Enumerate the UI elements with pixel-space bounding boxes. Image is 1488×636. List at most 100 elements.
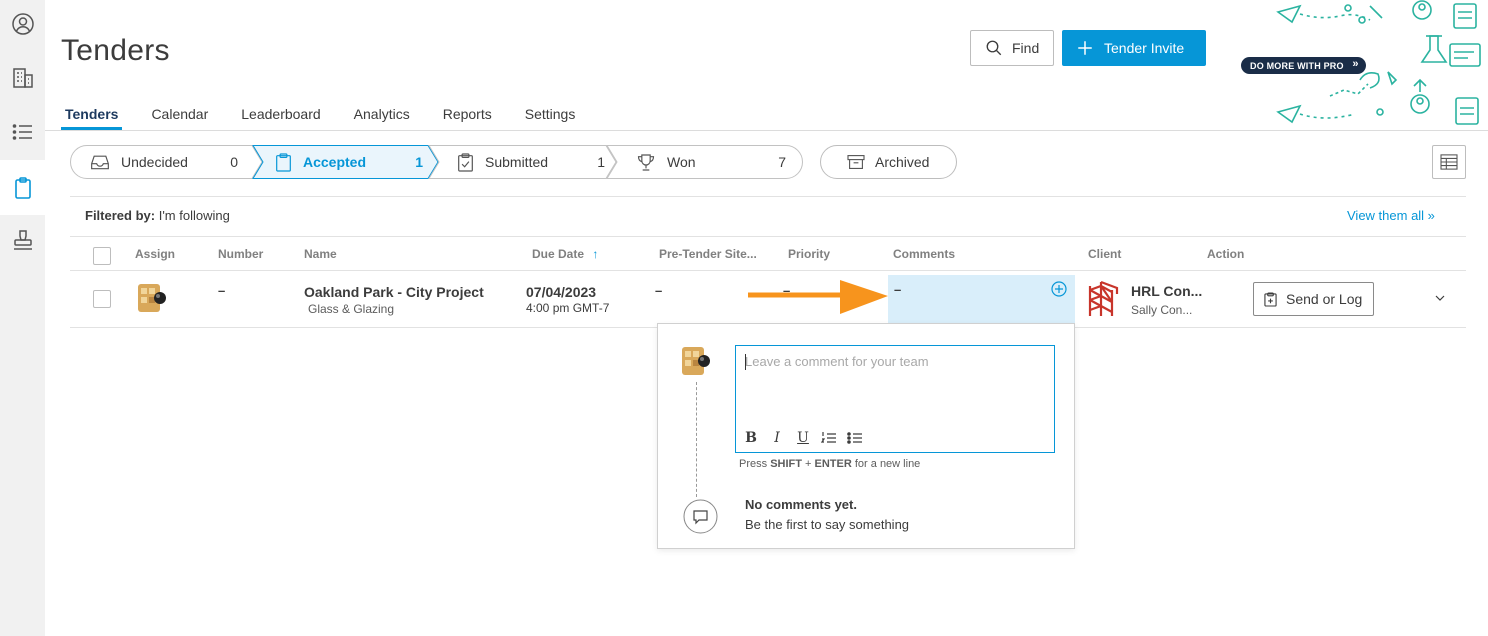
inbox-icon bbox=[90, 153, 110, 171]
clipboard-check-icon bbox=[457, 152, 474, 172]
left-nav-rail bbox=[0, 0, 45, 636]
comments-cell[interactable] bbox=[888, 275, 1075, 323]
stage-label: Accepted bbox=[303, 154, 367, 170]
stage-count: 7 bbox=[778, 154, 786, 170]
stage-won[interactable]: Won 7 bbox=[636, 145, 798, 179]
col-action[interactable]: Action bbox=[1207, 247, 1244, 261]
user-circle-icon[interactable] bbox=[0, 4, 45, 44]
send-or-log-label: Send or Log bbox=[1286, 291, 1363, 307]
due-time: 4:00 pm GMT-7 bbox=[526, 301, 610, 315]
filter-indicator: Filtered by: I'm following bbox=[85, 208, 230, 223]
project-trade: Glass & Glazing bbox=[308, 302, 395, 316]
comment-placeholder: Leave a comment for your team bbox=[745, 354, 929, 369]
empty-state-title: No comments yet. bbox=[745, 497, 857, 512]
tab-tenders[interactable]: Tenders bbox=[61, 96, 123, 130]
stage-label: Undecided bbox=[121, 154, 188, 170]
stage-divider bbox=[70, 196, 1466, 197]
tab-leaderboard[interactable]: Leaderboard bbox=[237, 96, 324, 130]
stage-accepted[interactable]: Accepted 1 bbox=[275, 145, 435, 179]
archive-box-icon bbox=[847, 155, 865, 169]
chevron-down-icon[interactable] bbox=[1434, 294, 1446, 302]
stage-count: 0 bbox=[230, 154, 238, 170]
page-title: Tenders bbox=[61, 34, 170, 67]
current-user-avatar bbox=[682, 347, 710, 375]
archived-label: Archived bbox=[875, 154, 930, 170]
underline-button[interactable]: U bbox=[795, 430, 811, 446]
search-icon bbox=[986, 40, 1002, 56]
hint-key-shift: SHIFT bbox=[770, 458, 802, 470]
trophy-icon bbox=[636, 153, 656, 172]
col-priority[interactable]: Priority bbox=[788, 247, 830, 261]
formatting-toolbar: B I U bbox=[743, 430, 863, 446]
filter-prefix: Filtered by: bbox=[85, 208, 156, 223]
stage-submitted[interactable]: Submitted 1 bbox=[457, 145, 617, 179]
list-icon[interactable] bbox=[0, 112, 45, 152]
col-pre-tender-site[interactable]: Pre-Tender Site... bbox=[659, 247, 757, 261]
comment-editor[interactable]: Leave a comment for your team B I U bbox=[735, 345, 1055, 453]
hint-plus: + bbox=[805, 458, 812, 470]
tab-reports[interactable]: Reports bbox=[439, 96, 496, 130]
clipboard-plus-icon bbox=[1264, 291, 1277, 307]
clipboard-icon bbox=[275, 152, 292, 172]
pre-tender-value: – bbox=[655, 283, 663, 298]
filter-divider bbox=[70, 236, 1466, 237]
tender-invite-button[interactable]: Tender Invite bbox=[1062, 30, 1206, 66]
project-name-link[interactable]: Oakland Park - City Project bbox=[304, 284, 484, 300]
new-line-hint: Press SHIFT + ENTER for a new line bbox=[739, 458, 920, 470]
comment-bubble-icon bbox=[683, 499, 718, 534]
col-name[interactable]: Name bbox=[304, 247, 337, 261]
stage-count: 1 bbox=[415, 154, 423, 170]
italic-button[interactable]: I bbox=[769, 430, 785, 446]
hint-text-post: for a new line bbox=[854, 458, 921, 470]
main-tabs: Tenders Calendar Leaderboard Analytics R… bbox=[61, 96, 604, 130]
col-client[interactable]: Client bbox=[1088, 247, 1121, 261]
clipboard-icon[interactable] bbox=[0, 160, 45, 215]
view-them-all-link[interactable]: View them all » bbox=[1347, 208, 1435, 223]
col-assign[interactable]: Assign bbox=[135, 247, 175, 261]
building-icon[interactable] bbox=[0, 58, 45, 98]
stage-label: Won bbox=[667, 154, 696, 170]
bulleted-list-icon[interactable] bbox=[847, 431, 863, 445]
table-grid-icon bbox=[1440, 154, 1458, 170]
stage-undecided[interactable]: Undecided 0 bbox=[90, 145, 250, 179]
add-comment-icon[interactable] bbox=[1051, 281, 1067, 297]
tab-calendar[interactable]: Calendar bbox=[147, 96, 212, 130]
assignee-avatar[interactable] bbox=[134, 280, 170, 316]
hint-text-pre: Press bbox=[739, 458, 768, 470]
find-button-label: Find bbox=[1012, 40, 1040, 56]
row-number: – bbox=[218, 283, 226, 298]
double-chevron-right-icon: » bbox=[1352, 58, 1359, 70]
plus-icon bbox=[1078, 41, 1092, 55]
comment-popover: Leave a comment for your team B I U Pres… bbox=[657, 323, 1075, 549]
bold-button[interactable]: B bbox=[743, 430, 759, 446]
col-number[interactable]: Number bbox=[218, 247, 263, 261]
client-contact: Sally Con... bbox=[1131, 303, 1193, 317]
find-button[interactable]: Find bbox=[970, 30, 1054, 66]
table-view-toggle[interactable] bbox=[1432, 145, 1466, 179]
archived-button[interactable]: Archived bbox=[820, 145, 957, 179]
pro-badge-label: DO MORE WITH PRO bbox=[1250, 60, 1344, 71]
numbered-list-icon[interactable] bbox=[821, 431, 837, 445]
pro-upsell-badge[interactable]: DO MORE WITH PRO » bbox=[1241, 57, 1366, 74]
send-or-log-button[interactable]: Send or Log bbox=[1253, 282, 1374, 316]
tender-invite-label: Tender Invite bbox=[1104, 40, 1185, 56]
stamp-icon[interactable] bbox=[0, 220, 45, 260]
col-due-date-label: Due Date bbox=[532, 247, 585, 261]
orange-arrow-icon bbox=[748, 280, 888, 314]
client-name[interactable]: HRL Con... bbox=[1131, 283, 1202, 299]
select-all-checkbox[interactable] bbox=[93, 247, 111, 265]
tabs-divider bbox=[45, 130, 1488, 131]
empty-state-subtitle: Be the first to say something bbox=[745, 517, 910, 532]
hint-key-enter: ENTER bbox=[814, 458, 852, 470]
col-comments[interactable]: Comments bbox=[893, 247, 955, 261]
col-due-date[interactable]: Due Date ↑ bbox=[532, 247, 598, 261]
tab-analytics[interactable]: Analytics bbox=[350, 96, 414, 130]
tab-settings[interactable]: Settings bbox=[521, 96, 580, 130]
client-logo bbox=[1088, 280, 1119, 316]
stage-label: Submitted bbox=[485, 154, 549, 170]
row-checkbox[interactable] bbox=[93, 290, 111, 308]
comments-value: – bbox=[894, 282, 902, 297]
due-date: 07/04/2023 bbox=[526, 284, 597, 300]
sort-ascending-icon: ↑ bbox=[592, 247, 599, 261]
stage-count: 1 bbox=[597, 154, 605, 170]
